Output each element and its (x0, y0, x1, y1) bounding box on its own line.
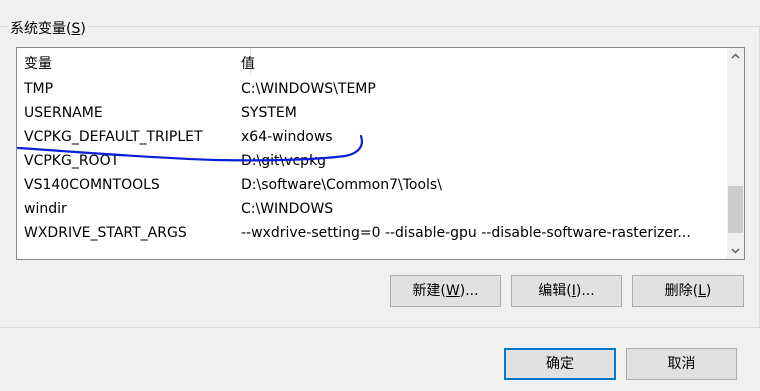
variable-value: C:\WINDOWS\TEMP (241, 81, 376, 97)
variable-name: WXDRIVE_START_ARGS (24, 225, 187, 241)
list-header: 变量 值 (17, 48, 721, 75)
table-row[interactable]: USERNAME SYSTEM (17, 101, 721, 125)
variable-value: D:\git\vcpkg (241, 153, 327, 169)
variable-value: D:\software\Common7\Tools\ (241, 177, 442, 193)
variable-name: VCPKG_ROOT (24, 153, 120, 169)
delete-button[interactable]: 删除(L) (632, 275, 744, 307)
variable-name: windir (24, 201, 67, 217)
variable-name: TMP (24, 81, 54, 97)
scroll-up-button[interactable] (727, 48, 744, 65)
cancel-button[interactable]: 取消 (626, 348, 737, 380)
variable-name: VS140COMNTOOLS (24, 177, 160, 193)
system-variables-label: 系统变量(S) (8, 18, 88, 38)
table-row[interactable]: TMP C:\WINDOWS\TEMP (17, 77, 721, 101)
chevron-up-icon (731, 53, 740, 59)
variable-name: VCPKG_DEFAULT_TRIPLET (24, 129, 203, 145)
table-row[interactable]: windir C:\WINDOWS (17, 197, 721, 221)
variable-value: SYSTEM (241, 105, 297, 121)
column-header-variable[interactable]: 变量 (24, 48, 52, 75)
new-button[interactable]: 新建(W)... (390, 275, 501, 307)
vertical-scrollbar[interactable] (727, 48, 744, 259)
edit-button[interactable]: 编辑(I)... (511, 275, 622, 307)
table-row[interactable]: VCPKG_ROOT D:\git\vcpkg (17, 149, 721, 173)
variable-value: C:\WINDOWS (241, 201, 334, 217)
column-header-value[interactable]: 值 (241, 48, 255, 75)
variable-name: USERNAME (24, 105, 103, 121)
table-row[interactable]: VCPKG_DEFAULT_TRIPLET x64-windows (17, 125, 721, 149)
chevron-down-icon (731, 248, 740, 254)
table-row[interactable]: VS140COMNTOOLS D:\software\Common7\Tools… (17, 173, 721, 197)
scrollbar-thumb[interactable] (728, 186, 743, 233)
variable-value: x64-windows (241, 129, 333, 145)
ok-button[interactable]: 确定 (504, 348, 616, 380)
table-row[interactable]: WXDRIVE_START_ARGS --wxdrive-setting=0 -… (17, 221, 721, 245)
variable-value: --wxdrive-setting=0 --disable-gpu --disa… (241, 225, 691, 241)
scroll-down-button[interactable] (727, 242, 744, 259)
system-variables-list[interactable]: 变量 值 TMP C:\WINDOWS\TEMP USERNAME SYSTEM… (16, 47, 745, 260)
